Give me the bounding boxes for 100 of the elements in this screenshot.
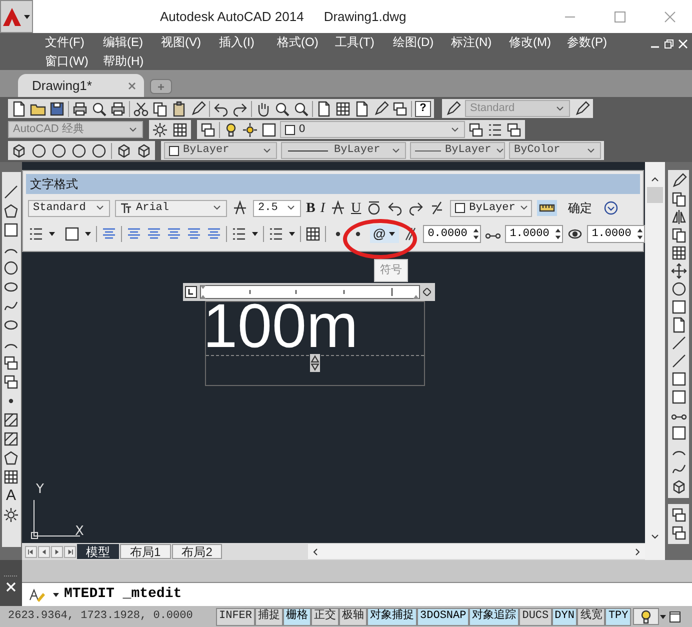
scissors-icon[interactable] [133,100,149,116]
application-menu-button[interactable] [0,0,33,33]
mirror-icon[interactable] [670,209,686,225]
copy-icon[interactable] [152,100,168,116]
dropdown[interactable]: ByLayer [410,142,505,159]
number-field[interactable]: 0.0000 [422,225,481,243]
status-toggle[interactable]: 正交 [311,608,340,626]
menu-item[interactable]: 窗口(W) [45,54,88,68]
status-toggle[interactable]: TPY [605,608,632,626]
square-icon[interactable] [64,226,80,242]
list-icon[interactable] [231,226,247,242]
circle-icon[interactable] [31,142,47,158]
help-button[interactable]: ? [415,100,431,116]
redo-icon[interactable] [408,200,424,216]
status-toggle[interactable]: DYN [552,608,578,626]
new-tab-button[interactable] [150,79,172,94]
number-field[interactable]: 1.0000 [504,225,563,243]
document-icon[interactable] [354,100,370,116]
grid-icon[interactable] [335,100,351,116]
spinner-arrows-icon[interactable] [472,227,480,241]
document-icon[interactable] [11,100,27,116]
undo-icon[interactable] [213,100,229,116]
polygon-icon[interactable] [3,203,19,219]
line-icon[interactable] [670,335,686,351]
menu-item[interactable]: 帮助(H) [103,54,144,68]
grip-icon[interactable] [3,574,19,578]
layers-icon[interactable] [3,374,19,390]
status-toggle[interactable]: 对象捕捉 [367,608,418,626]
status-toggle[interactable]: 栅格 [283,608,312,626]
spinner-arrows-icon[interactable] [636,227,644,241]
circle-icon[interactable] [3,260,19,276]
document-icon[interactable] [670,317,686,333]
layers-icon[interactable] [670,525,686,541]
strikethrough-icon[interactable] [330,200,346,216]
text-ruler[interactable] [183,283,435,301]
text-tool-button[interactable]: A [6,488,16,504]
number-field[interactable]: 1.0000 [586,225,645,243]
circle-icon[interactable] [670,281,686,297]
square-icon[interactable] [670,425,686,441]
status-toggle[interactable]: 3DOSNAP [417,608,470,626]
menu-item[interactable]: 格式(O) [277,34,318,50]
undo-icon[interactable] [387,200,404,216]
status-toggle[interactable]: INFER [216,608,256,626]
circle-icon[interactable] [71,142,87,158]
symbol-button[interactable]: @ [370,225,399,243]
restore-icon[interactable] [664,39,674,49]
clipboard-icon[interactable] [171,100,187,116]
tab-navigation-icon[interactable] [64,546,76,558]
dropdown[interactable]: Arial [115,200,227,216]
layers-icon[interactable] [3,355,19,371]
layers-icon[interactable] [200,122,216,138]
overline-icon[interactable] [366,200,382,216]
window-icon[interactable] [669,610,682,622]
menu-item[interactable]: 修改(M) [509,34,551,50]
circle-icon[interactable] [91,142,107,158]
dropdown[interactable]: Standard [28,200,110,216]
menu-item[interactable]: 插入(I) [219,34,254,50]
text-editor-box[interactable] [205,301,425,386]
document-tab[interactable]: Drawing1* [18,74,144,97]
status-toggle[interactable]: 极轴 [339,608,368,626]
menu-item[interactable]: 参数(P) [567,34,607,50]
dropdown[interactable]: 0 [280,121,465,138]
layers-icon[interactable] [506,122,522,138]
cube-icon[interactable] [116,142,132,158]
text-pencil-icon[interactable] [28,588,48,602]
pencil-icon[interactable] [574,100,590,116]
format-button[interactable]: B [306,198,316,218]
printer-icon[interactable] [72,100,88,116]
layers-icon[interactable] [392,100,408,116]
pencil-icon[interactable] [670,173,686,189]
horizontal-scrollbar[interactable] [308,544,645,559]
scrollbar-thumb[interactable] [647,187,663,203]
magnifier-icon[interactable] [91,100,107,116]
format-button[interactable]: U [351,198,362,218]
printer-icon[interactable] [110,100,126,116]
magnifier-icon[interactable] [274,100,290,116]
square-icon[interactable] [261,122,277,138]
layout-tab[interactable]: 布局1 [120,544,171,559]
menu-item[interactable]: 编辑(E) [103,34,143,50]
menu-item[interactable]: 绘图(D) [393,34,434,50]
strikethrough-icon[interactable] [232,200,248,216]
maximize-icon[interactable] [614,10,626,22]
menu-item[interactable]: 文件(F) [45,34,84,50]
layout-tab[interactable]: 布局2 [172,544,222,559]
hatch-icon[interactable] [3,431,19,447]
copy-icon[interactable] [670,227,686,243]
dropdown[interactable]: ByLayer [450,200,532,216]
gear-icon[interactable] [3,507,19,523]
status-toggle[interactable]: 线宽 [577,608,606,626]
dropdown[interactable]: ByLayer [281,142,406,159]
gear-icon[interactable] [152,122,168,138]
cube-icon[interactable] [11,142,27,158]
format-button[interactable]: I [320,198,326,218]
chevron-right-icon[interactable] [633,548,641,556]
vertical-scrollbar[interactable] [645,162,665,560]
list-icon[interactable] [28,226,44,242]
document-icon[interactable] [316,100,332,116]
grid-icon[interactable] [3,469,19,485]
redo-icon[interactable] [232,100,248,116]
tab-stop-icon[interactable] [185,286,197,298]
